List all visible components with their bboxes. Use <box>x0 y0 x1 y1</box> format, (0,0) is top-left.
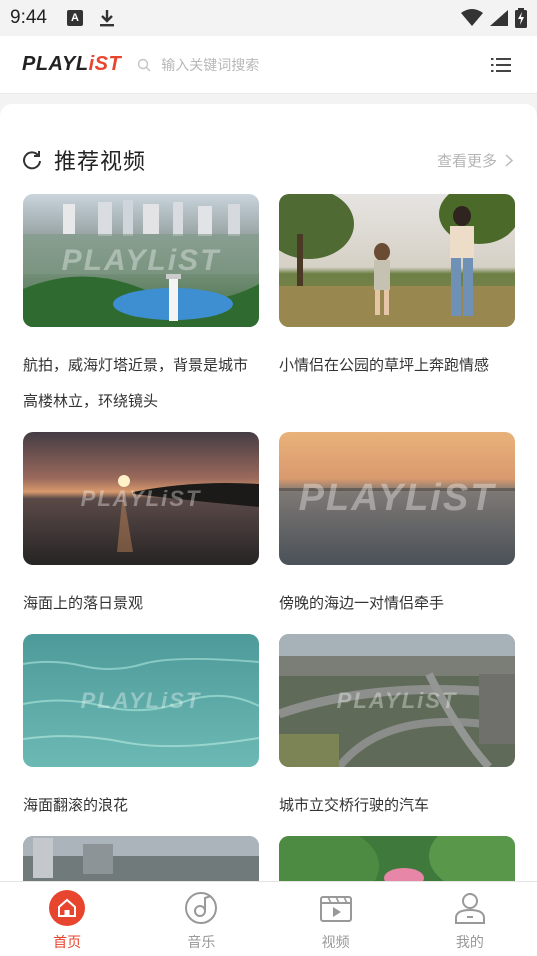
chevron-right-icon <box>505 154 513 167</box>
download-icon <box>99 9 115 27</box>
video-title[interactable]: 海面上的落日景观 <box>23 585 259 621</box>
video-thumbnail[interactable] <box>279 836 515 881</box>
logo-text-main: PLAYL <box>22 53 89 75</box>
video-thumbnail[interactable]: PLAYLiST <box>23 432 259 565</box>
nav-label-music: 音乐 <box>187 935 216 951</box>
video-thumbnail[interactable] <box>279 194 515 327</box>
video-card[interactable] <box>23 836 259 881</box>
video-thumbnail[interactable]: PLAYLiST <box>23 634 259 767</box>
video-card[interactable]: PLAYLiST 城市立交桥行驶的汽车 <box>279 634 515 823</box>
nav-label-home: 首页 <box>53 935 82 951</box>
refresh-icon[interactable] <box>22 150 42 170</box>
nav-item-home[interactable]: 首页 <box>0 882 134 956</box>
nav-item-mine[interactable]: 我的 <box>403 882 537 956</box>
logo-text-accent: iST <box>88 53 122 75</box>
recommend-section: 推荐视频 查看更多 PLAYLiST 航拍，威海灯塔近景，背景是城市高楼林立，环… <box>0 104 537 881</box>
notification-a-icon: A <box>66 10 83 26</box>
video-card[interactable]: PLAYLiST 航拍，威海灯塔近景，背景是城市高楼林立，环绕镜头 <box>23 194 259 419</box>
video-card[interactable]: PLAYLiST 傍晚的海边一对情侣牵手 <box>279 432 515 621</box>
video-title[interactable]: 小情侣在公园的草坪上奔跑情感 <box>279 347 515 383</box>
watermark: PLAYLiST <box>336 687 458 713</box>
search-icon <box>138 58 151 71</box>
battery-icon <box>515 8 527 28</box>
video-title[interactable]: 城市立交桥行驶的汽车 <box>279 787 515 823</box>
video-thumbnail[interactable]: PLAYLiST <box>279 634 515 767</box>
watermark: PLAYLiST <box>80 485 202 511</box>
watermark: PLAYLiST <box>80 687 202 713</box>
bottom-nav: 首页 音乐 视频 我的 <box>0 881 537 956</box>
view-more-link[interactable]: 查看更多 <box>437 150 513 171</box>
list-menu-icon[interactable] <box>491 56 511 74</box>
watermark: PLAYLiST <box>298 477 496 519</box>
search-bar[interactable]: 输入关键词搜索 <box>137 55 259 75</box>
user-icon <box>452 890 488 926</box>
video-icon <box>318 890 354 926</box>
nav-label-video: 视频 <box>321 935 350 951</box>
video-thumbnail[interactable]: PLAYLiST <box>279 432 515 565</box>
video-card[interactable]: PLAYLiST 海面翻滚的浪花 <box>23 634 259 823</box>
wifi-icon <box>461 9 483 26</box>
status-bar: 9:44 A <box>0 0 537 36</box>
nav-label-mine: 我的 <box>455 935 484 951</box>
video-title[interactable]: 傍晚的海边一对情侣牵手 <box>279 585 515 621</box>
section-title: 推荐视频 <box>54 150 147 175</box>
video-thumbnail[interactable]: PLAYLiST <box>23 194 259 327</box>
video-card[interactable]: PLAYLiST 海面上的落日景观 <box>23 432 259 621</box>
video-card[interactable] <box>279 836 515 881</box>
playlist-logo[interactable]: PLAYLiST <box>22 53 121 76</box>
video-thumbnail[interactable] <box>23 836 259 881</box>
app-header: PLAYLiST 输入关键词搜索 <box>0 36 537 94</box>
watermark: PLAYLiST <box>61 243 221 277</box>
view-more-label: 查看更多 <box>436 152 497 170</box>
status-time: 9:44 <box>10 7 47 28</box>
nav-item-video[interactable]: 视频 <box>269 882 403 956</box>
search-input[interactable]: 输入关键词搜索 <box>161 55 259 75</box>
status-indicators <box>461 8 527 28</box>
nav-item-music[interactable]: 音乐 <box>134 882 268 956</box>
home-icon <box>49 890 86 926</box>
video-title[interactable]: 海面翻滚的浪花 <box>23 787 259 823</box>
music-disc-icon <box>183 890 219 926</box>
signal-icon <box>490 10 508 26</box>
video-card[interactable]: 小情侣在公园的草坪上奔跑情感 <box>279 194 515 383</box>
section-header: 推荐视频 <box>22 144 146 176</box>
video-title[interactable]: 航拍，威海灯塔近景，背景是城市高楼林立，环绕镜头 <box>23 347 259 419</box>
